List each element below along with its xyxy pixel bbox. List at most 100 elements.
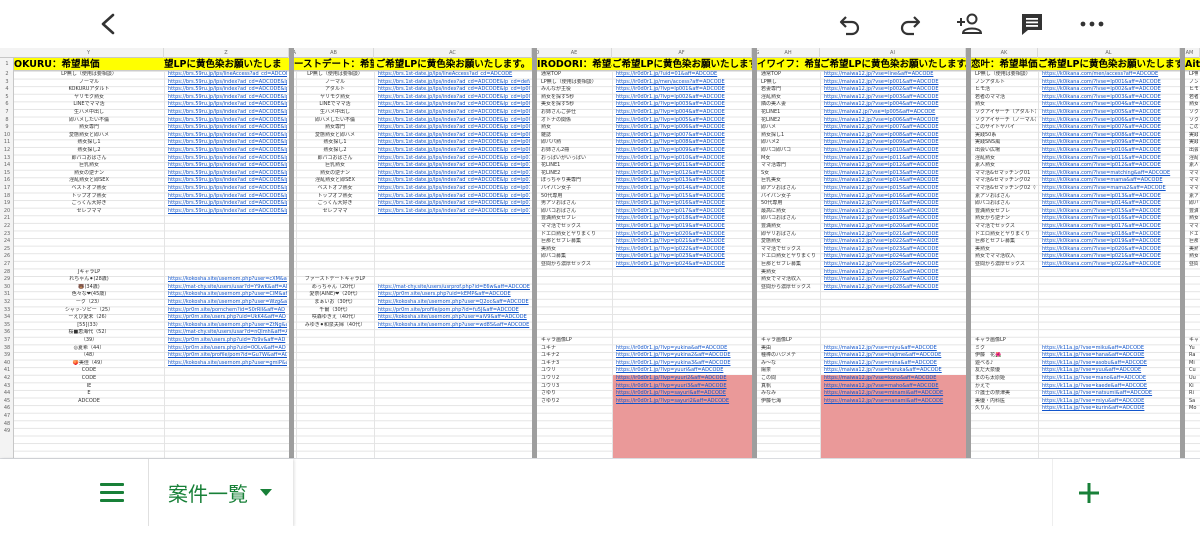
cell[interactable]: 若妻専門 [761,86,818,94]
cell[interactable]: さゆり2 [541,398,610,406]
row-header[interactable]: 22 [0,223,14,231]
banner-cell[interactable]: ご希望LPに黄色染お願いたします。 [820,58,966,71]
row-header[interactable]: 1 [0,61,14,69]
column-header[interactable]: AE [537,48,612,58]
cell[interactable]: パイパン女子 [541,185,610,193]
cell[interactable]: Ra [1189,352,1198,360]
banner-cell[interactable]: Aita [1185,58,1200,71]
cell[interactable]: 男アソおばさん [541,200,610,208]
row-header[interactable]: 17 [0,185,14,193]
cell-link[interactable]: https://brs.59ru.jp/lps/index?ad_cd=ADCO… [168,117,287,125]
row-header[interactable]: 47 [0,413,14,421]
cell-link[interactable]: https://ir0d0r1.jp/?lvp=lp004&aff=ADCODE [616,109,750,117]
row-header[interactable]: 35 [0,322,14,330]
banner-cell[interactable]: ご希望LPに黄色染お願いたします。 [374,58,532,71]
row-header[interactable]: 31 [0,291,14,299]
cell[interactable]: 即パコ募集 [541,253,610,261]
cell[interactable]: 熟女探し1 [761,132,818,140]
cell-link[interactable]: https://k0ikana.com/?lvse=lp014&aff=ADCO… [1042,200,1178,208]
cell[interactable]: 豊満熟女 [761,223,818,231]
cell-link[interactable]: https://brs.1st-date.jp/lps/index?ad_cd=… [378,200,530,208]
cell[interactable]: CODE [16,375,162,383]
cell-link[interactable]: https://k0ikana.com/?lvse=lp018&aff=ADCO… [1042,231,1178,239]
cell[interactable]: 巨那とセフレ募集 [975,238,1036,246]
cell-link[interactable]: https://k0ikana.com/?lvse=lp009&aff=ADCO… [1042,139,1178,147]
cell-link[interactable]: https://ir0d0r1.jp/?lvp=lp010&aff=ADCODE [616,155,750,163]
cell[interactable]: パイパン女子 [761,193,818,201]
cell-link[interactable]: https://maiwa12.jp/?vse=lp004&aff=ADCODE [824,101,964,109]
cell[interactable]: LINEでママ活 [298,101,372,109]
cell[interactable]: 淫乱熟女と即SEX [16,177,162,185]
cell[interactable]: 生ハメ中出し [16,109,162,117]
cell[interactable]: ドエロ熟女とヤりまくり [761,253,818,261]
cell[interactable]: 素人熟女 [975,162,1036,170]
cell-link[interactable]: https://brs.1st-date.jp/lps/index?ad_cd=… [378,109,530,117]
column-header[interactable]: AF [612,48,752,58]
cell-link[interactable]: https://brs.59ru.jp/lps/index?ad_cd=ADCO… [168,79,287,87]
cell-link[interactable]: https://ir0d0r1.jp/?lvp=yukina3&aff=ADCO… [616,360,750,368]
cell[interactable]: 昼間から濃厚セックス [975,261,1036,269]
cell[interactable]: 50代専用 [761,200,818,208]
cell[interactable]: M女 [761,155,818,163]
cell[interactable]: LINEでママ活 [16,101,162,109]
cell[interactable]: ソクアイサーチ（ノーマル） [975,117,1036,125]
cell-link[interactable]: https://k11a.jp/?vse=natsumi&aff=ADCODE [1042,390,1178,398]
add-sheet-button[interactable] [1052,459,1124,527]
cell[interactable]: Cu [1189,367,1198,375]
cell-link[interactable]: https://maiwa12.jp/?vse=line&aff=ADCODE [824,71,964,79]
cell[interactable]: ぽっちゃり美専門 [541,177,610,185]
cell-link[interactable]: https://brs.1st-date.jp/lps/index?ad_cd=… [378,208,530,216]
row-header[interactable]: 2 [0,71,14,79]
row-header[interactable]: 20 [0,208,14,216]
cell[interactable]: 熟女でママ活収入 [761,276,818,284]
cell[interactable]: 美熟女 [975,246,1036,254]
cell-link[interactable]: https://maiwa12.jp/?vse=lp018&aff=ADCODE [824,208,964,216]
cell-link[interactable]: https://ir0d0r1.jp/?lvp=lp015&aff=ADCODE [616,193,750,201]
cell[interactable]: ママ活&セマッチング02（会社行） [975,185,1036,193]
cell[interactable]: 遊べる♪ [975,360,1036,368]
cell[interactable]: 美優・内科医 [975,398,1036,406]
cell[interactable]: ◎夏希（44） [16,345,162,353]
cell-link[interactable]: https://ir0d0r1.jp/?lvp=lp016&aff=ADCODE [616,200,750,208]
cell[interactable]: 熟女探し2 [298,147,372,155]
cell[interactable]: 淫乱熟女と即SEX [298,177,372,185]
cell-link[interactable]: https://k0ikana.com/?lvse=lp010&aff=ADCO… [1042,147,1178,155]
cell-link[interactable]: https://brs.1st-date.jp/lps/index?ad_cd=… [378,132,530,140]
banner-cell[interactable]: 恋叶：希望単価 [971,58,1038,71]
cell-link[interactable]: https://brs.1st-date.jp/lps/index?ad_cd=… [378,170,530,178]
banner-cell[interactable]: ご希望LPに黄色染お願いたします。 [1038,58,1180,71]
cell-link[interactable]: https://ir0d0r1.jp/?lvp=lp009&aff=ADCODE [616,147,750,155]
cell[interactable]: （48） [16,352,162,360]
cell[interactable]: Mo [1189,405,1198,413]
cell[interactable]: 即アソおばさん [761,185,818,193]
cell[interactable]: 即ハメ [761,124,818,132]
cell[interactable]: アダルト [298,86,372,94]
row-header[interactable]: 29 [0,276,14,284]
cell[interactable]: 🍑美佳（49） [16,360,162,368]
cell[interactable]: 熟女探し1 [298,139,372,147]
cell-link[interactable]: https://brs.1st-date.jp/lps/index?ad_cd=… [378,185,530,193]
cell[interactable]: 美女を探す5秒 [541,101,610,109]
cell[interactable]: この間 [761,375,818,383]
cell[interactable]: ママ [1189,223,1198,231]
cell-link[interactable]: https://maiwa12.jp/?vse=lp009&aff=ADCODE [824,139,964,147]
cell[interactable]: まのも太原姫 [975,375,1036,383]
cell[interactable]: 昼間から濃厚セックス [761,284,818,292]
cell-link[interactable]: https://ir0d0r1.jp/?lvp=lp021&aff=ADCODE [616,238,750,246]
cell-link[interactable]: https://k0ikana.com/?lvse=mama2&aff=ADCO… [1042,185,1178,193]
cell-link[interactable]: https://maiwa12.jp/?vse=lp011&aff=ADCODE [824,155,964,163]
cell-link[interactable]: https://k11a.jp/?vse=miyu&aff=ADCODE [1042,398,1178,406]
cell-link[interactable]: https://k0ikana.com/?lvse=lp006&aff=ADCO… [1042,117,1178,125]
cell[interactable]: ママ [1189,185,1198,193]
cell[interactable]: この [1189,124,1198,132]
cell-link[interactable]: https://maiwa12.jp/?vse=lp017&aff=ADCODE [824,200,964,208]
cell[interactable]: 若者 [1189,94,1198,102]
cell[interactable]: 介護士の奈津美 [975,390,1036,398]
cell-link[interactable]: https://kokosha.site/usernom.php?user=Q2… [378,299,530,307]
cell-link[interactable]: https://brs.59ru.jp/lps/index?ad_cd=ADCO… [168,139,287,147]
cell[interactable]: ソクアイサーチ（アダルト） [975,109,1036,117]
cell-link[interactable]: https://k0ikana.com/?lvse=lp007&aff=ADCO… [1042,124,1178,132]
cell[interactable]: IE [16,383,162,391]
cell-link[interactable]: https://maiwa12.jp/?vse=lp020&aff=ADCODE [824,223,964,231]
row-header[interactable]: 12 [0,147,14,155]
